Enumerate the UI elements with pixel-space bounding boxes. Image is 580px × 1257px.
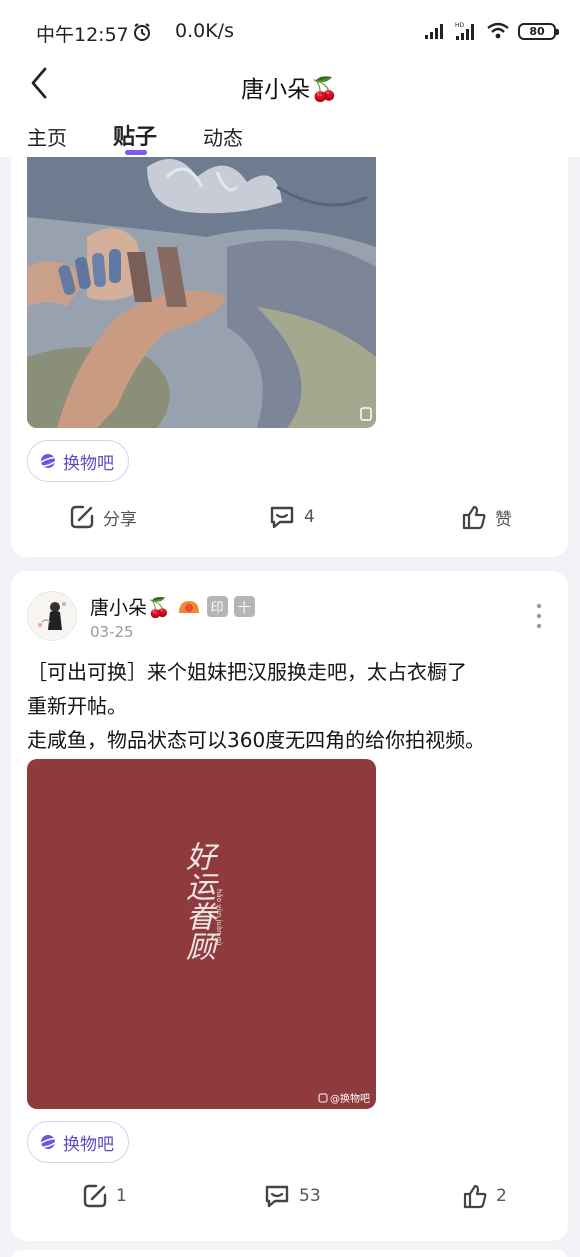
post-image[interactable] xyxy=(27,157,376,428)
comment-button[interactable]: 4 xyxy=(268,504,315,530)
post-body-line: 走咸鱼，物品状态可以360度无四角的给你拍视频。 xyxy=(27,728,486,752)
topic-tag-label: 换物吧 xyxy=(63,1134,114,1155)
topic-tag-label: 换物吧 xyxy=(63,453,114,474)
post-date: 03-25 xyxy=(90,623,134,641)
thumbs-up-icon xyxy=(462,505,486,530)
share-icon xyxy=(70,505,94,529)
badge-shi: 十 xyxy=(233,596,255,617)
share-count: 1 xyxy=(116,1186,127,1206)
comment-icon xyxy=(265,1185,289,1208)
battery-level: 80 xyxy=(529,24,545,38)
comment-count: 53 xyxy=(299,1186,321,1206)
tab-posts[interactable]: 贴子 xyxy=(113,119,157,151)
comment-icon xyxy=(270,506,294,529)
status-time: 中午12:57 xyxy=(36,24,129,46)
comment-button[interactable]: 53 xyxy=(263,1183,321,1209)
like-label: 赞 xyxy=(495,509,512,530)
battery-icon: 80 xyxy=(518,22,559,40)
post-body-line: ［可出可换］来个姐妹把汉服换走吧，太占衣橱了 xyxy=(27,660,467,684)
like-count: 2 xyxy=(496,1186,507,1206)
planet-icon xyxy=(38,1135,58,1149)
share-button[interactable]: 1 xyxy=(82,1183,127,1209)
thumbs-up-icon xyxy=(463,1184,487,1209)
post-card[interactable]: 唐小朵🍒 印 十 03-25 ［可出可换］来个姐妹把汉服换走吧，太占衣橱了 重新… xyxy=(11,571,568,1241)
author-name[interactable]: 唐小朵🍒 xyxy=(90,593,171,620)
status-bar: 中午12:57 0.0K/s HD 80 xyxy=(0,0,580,62)
profile-tabs: 主页 贴子 动态 xyxy=(0,108,580,157)
alarm-icon xyxy=(134,23,150,41)
share-icon xyxy=(83,1184,107,1208)
page-title: 唐小朵🍒 xyxy=(241,77,339,103)
avatar[interactable] xyxy=(27,591,77,641)
level-badge-icon xyxy=(178,600,199,613)
post-card[interactable]: 换物吧 分享 4 赞 xyxy=(11,157,568,557)
tab-indicator xyxy=(125,150,147,155)
more-options-icon[interactable] xyxy=(536,603,542,629)
calligraphy-pinyin: hǎo yùn juàn gù xyxy=(215,889,223,946)
author-row: 唐小朵🍒 印 十 xyxy=(90,593,255,620)
wifi-icon xyxy=(487,22,509,39)
image-watermark: @换物吧 xyxy=(318,1090,370,1105)
post-image[interactable]: 好运眷顾 hǎo yùn juàn gù @换物吧 xyxy=(27,759,376,1109)
post-body[interactable]: ［可出可换］来个姐妹把汉服换走吧，太占衣橱了 重新开帖。 走咸鱼，物品状态可以3… xyxy=(27,655,557,757)
badge-yin: 印 xyxy=(206,596,228,617)
topic-tag[interactable]: 换物吧 xyxy=(27,440,129,482)
comment-count: 4 xyxy=(304,507,315,527)
share-label: 分享 xyxy=(103,509,137,530)
post-card[interactable] xyxy=(11,1250,568,1257)
calligraphy-text: 好运眷顾 xyxy=(180,841,215,961)
avatar-image xyxy=(28,592,76,640)
like-button[interactable]: 赞 xyxy=(461,504,512,530)
tab-home[interactable]: 主页 xyxy=(27,122,67,151)
post-actions: 1 53 2 xyxy=(11,1183,568,1223)
signal-icon xyxy=(425,24,443,39)
post-body-line: 重新开帖。 xyxy=(27,694,127,718)
hd-signal-icon: HD xyxy=(455,22,474,40)
share-button[interactable]: 分享 xyxy=(69,504,137,530)
like-button[interactable]: 2 xyxy=(462,1183,507,1209)
svg-text:HD: HD xyxy=(455,22,465,29)
lotus-painting-image xyxy=(27,157,376,428)
status-icons: HD 80 xyxy=(424,21,559,41)
network-speed: 0.0K/s xyxy=(175,20,234,42)
tab-activity[interactable]: 动态 xyxy=(203,122,243,151)
planet-icon xyxy=(38,454,58,468)
nav-bar: 唐小朵🍒 xyxy=(0,62,580,108)
post-actions: 分享 4 赞 xyxy=(11,504,568,544)
watermark-icon xyxy=(318,1093,328,1102)
topic-tag[interactable]: 换物吧 xyxy=(27,1121,129,1163)
